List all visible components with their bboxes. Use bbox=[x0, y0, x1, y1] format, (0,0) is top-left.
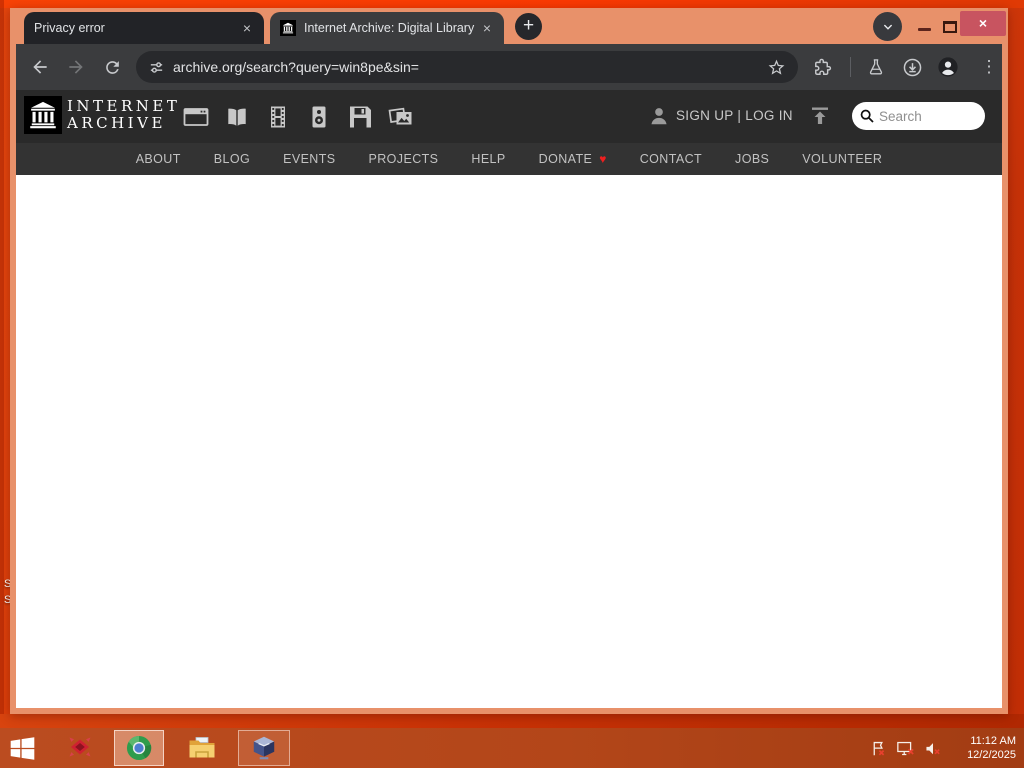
site-settings-icon[interactable] bbox=[148, 59, 165, 76]
signup-login-link[interactable]: SIGN UP | LOG IN bbox=[676, 108, 793, 123]
nav-item-jobs[interactable]: JOBS bbox=[735, 152, 769, 166]
taskbar-explorer-button[interactable] bbox=[180, 728, 224, 768]
tab-title: Privacy error bbox=[34, 21, 105, 35]
media-web-icon[interactable] bbox=[183, 104, 209, 130]
nav-item-label: EVENTS bbox=[283, 152, 336, 166]
media-type-row bbox=[183, 104, 414, 130]
browser-toolbar: archive.org/search?query=win8pe&sin= ⋮ bbox=[16, 44, 1002, 90]
red-box-app-icon bbox=[69, 737, 91, 757]
browser-menu-icon[interactable]: ⋮ bbox=[977, 55, 1001, 79]
clock-date: 12/2/2025 bbox=[967, 749, 1016, 761]
blank-page-body bbox=[16, 175, 1002, 708]
maximize-button[interactable] bbox=[943, 21, 957, 33]
clock-time: 11:12 AM bbox=[970, 735, 1016, 747]
ia-nav: ABOUT BLOG EVENTS PROJECTS HELP DONATE ♥ CONTAC… bbox=[16, 143, 1002, 175]
taskbar-virtualbox-button[interactable] bbox=[238, 730, 290, 766]
tab-title: Internet Archive: Digital Library bbox=[304, 21, 475, 35]
taskbar: 11:12 AM 12/2/2025 bbox=[0, 728, 1024, 768]
tab-close-icon[interactable]: × bbox=[478, 19, 496, 37]
wordmark-line1: INTERNET bbox=[67, 97, 181, 115]
site-search bbox=[852, 102, 985, 130]
desktop-left-edge bbox=[0, 0, 4, 768]
search-icon bbox=[859, 108, 875, 129]
reload-button[interactable] bbox=[100, 55, 124, 79]
nav-item-label: CONTACT bbox=[639, 152, 703, 166]
nav-item-label: HELP bbox=[471, 152, 506, 166]
nav-item-label: PROJECTS bbox=[368, 152, 439, 166]
downloads-icon[interactable] bbox=[900, 55, 924, 79]
nav-item-events[interactable]: EVENTS bbox=[283, 152, 335, 166]
action-center-flag-icon[interactable] bbox=[870, 740, 887, 757]
nav-item-label: DONATE bbox=[538, 152, 593, 166]
forward-button[interactable] bbox=[64, 55, 88, 79]
media-images-icon[interactable] bbox=[388, 104, 414, 130]
volume-muted-icon[interactable] bbox=[924, 740, 942, 757]
nav-item-volunteer[interactable]: VOLUNTEER bbox=[802, 152, 882, 166]
nav-item-label: ABOUT bbox=[135, 152, 181, 166]
back-button[interactable] bbox=[28, 55, 52, 79]
desktop-bottom-band bbox=[0, 714, 1024, 728]
internet-archive-header: INTERNET ARCHIVE SIGN UP | LOG IN Search bbox=[16, 90, 1002, 143]
account-person-icon[interactable] bbox=[648, 105, 670, 132]
experiments-flask-icon[interactable] bbox=[864, 55, 888, 79]
tab-internet-archive[interactable]: Internet Archive: Digital Library × bbox=[270, 12, 504, 44]
nav-item-donate[interactable]: DONATE ♥ bbox=[539, 152, 607, 166]
toolbar-divider bbox=[850, 57, 851, 77]
virtualbox-icon bbox=[253, 736, 275, 760]
upload-icon[interactable] bbox=[808, 104, 832, 133]
tab-privacy-error[interactable]: Privacy error × bbox=[24, 12, 264, 44]
nav-item-contact[interactable]: CONTACT bbox=[640, 152, 702, 166]
address-bar[interactable]: archive.org/search?query=win8pe&sin= bbox=[136, 51, 798, 83]
web-content: INTERNET ARCHIVE SIGN UP | LOG IN Search… bbox=[16, 90, 1002, 708]
media-audio-icon[interactable] bbox=[306, 104, 332, 130]
taskbar-clock[interactable]: 11:12 AM 12/2/2025 bbox=[967, 728, 1016, 768]
nav-item-projects[interactable]: PROJECTS bbox=[369, 152, 439, 166]
minimize-button[interactable] bbox=[918, 28, 931, 31]
wordmark-line2: ARCHIVE bbox=[67, 114, 166, 132]
internet-archive-logo[interactable] bbox=[24, 96, 62, 134]
chromium-icon bbox=[126, 735, 152, 761]
profile-avatar-icon[interactable] bbox=[936, 55, 960, 79]
network-status-icon[interactable] bbox=[896, 740, 915, 757]
nav-item-label: VOLUNTEER bbox=[802, 152, 883, 166]
extensions-icon[interactable] bbox=[810, 55, 834, 79]
media-video-icon[interactable] bbox=[265, 104, 291, 130]
url-text[interactable]: archive.org/search?query=win8pe&sin= bbox=[173, 59, 767, 75]
close-window-button[interactable]: × bbox=[960, 11, 1006, 36]
nav-item-about[interactable]: ABOUT bbox=[136, 152, 181, 166]
tab-strip: Privacy error × Internet Archive: Digita… bbox=[10, 8, 1008, 44]
internet-archive-favicon bbox=[280, 20, 296, 36]
windows-logo-icon bbox=[10, 736, 34, 760]
bookmark-star-icon[interactable] bbox=[767, 58, 786, 77]
system-tray bbox=[870, 728, 942, 768]
start-button[interactable] bbox=[0, 728, 44, 768]
archive-building-icon bbox=[30, 101, 56, 129]
media-texts-icon[interactable] bbox=[224, 104, 250, 130]
nav-item-blog[interactable]: BLOG bbox=[214, 152, 250, 166]
media-software-icon[interactable] bbox=[347, 104, 373, 130]
donate-heart-icon: ♥ bbox=[599, 152, 607, 166]
taskbar-chrome-button[interactable] bbox=[114, 730, 164, 766]
new-tab-button[interactable]: + bbox=[515, 13, 542, 40]
tab-close-icon[interactable]: × bbox=[238, 19, 256, 37]
chevron-down-icon bbox=[883, 24, 892, 30]
file-explorer-icon bbox=[189, 737, 215, 758]
nav-item-label: JOBS bbox=[735, 152, 770, 166]
nav-item-help[interactable]: HELP bbox=[471, 152, 505, 166]
tab-search-button[interactable] bbox=[873, 12, 902, 41]
internet-archive-wordmark[interactable]: INTERNET ARCHIVE bbox=[67, 98, 180, 132]
nav-item-label: BLOG bbox=[213, 152, 251, 166]
browser-window: Privacy error × Internet Archive: Digita… bbox=[10, 8, 1008, 714]
taskbar-app-red-box[interactable] bbox=[58, 728, 102, 768]
desktop-top-stripe bbox=[0, 0, 1024, 8]
